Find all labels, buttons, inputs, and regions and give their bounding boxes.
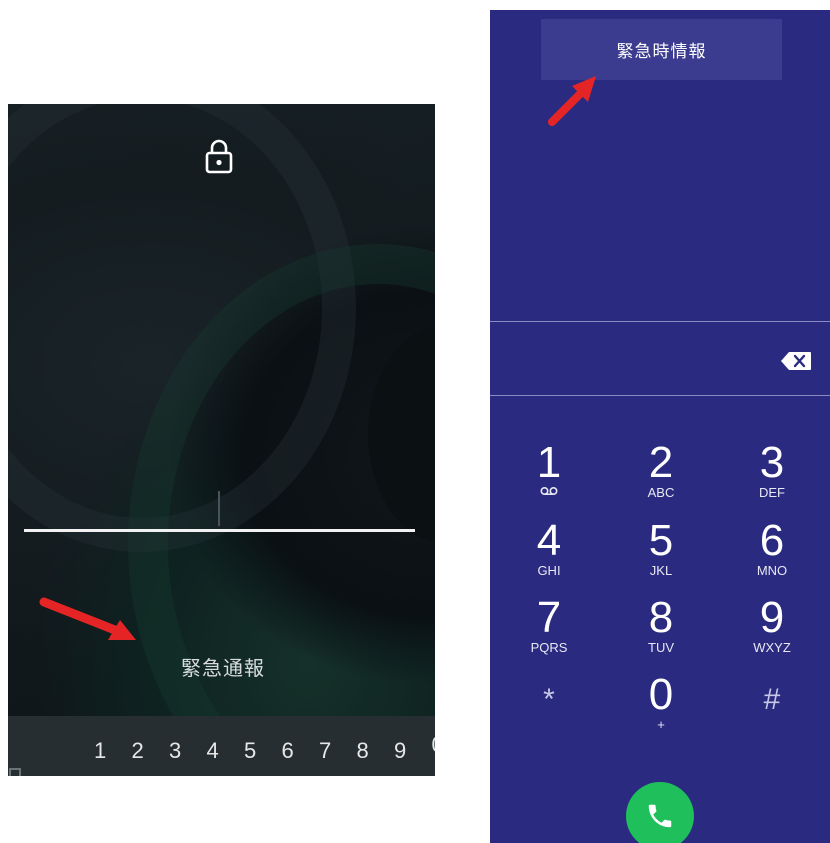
backspace-icon[interactable] [780,351,812,371]
crop-corner-mark [9,768,21,776]
dial-key-letters: MNO [756,563,788,578]
dial-key-4[interactable]: 4 GHI [509,518,589,590]
dial-key-0[interactable]: 0 + [621,672,701,744]
wallpaper-shape [368,324,435,544]
number-keyboard-row: 1234567890 [8,716,435,776]
dial-key-digit: 7 [536,593,562,642]
dial-key-1[interactable]: 1 [509,440,589,512]
keyboard-key-5[interactable]: 5 [244,738,282,764]
dial-key-digit: 3 [759,438,785,487]
dialer-bottom-divider [490,395,830,396]
dial-key-digit: 2 [648,438,674,487]
dial-key-9[interactable]: 9 WXYZ [732,595,812,667]
keyboard-key-7[interactable]: 7 [319,738,357,764]
number-keys: 1234567890 [94,732,435,764]
keyboard-key-2[interactable]: 2 [132,738,170,764]
dial-key-6[interactable]: 6 MNO [732,518,812,590]
dial-key-letters: TUV [648,640,674,655]
lock-screen: 緊急通報 1234567890 [8,104,435,776]
keyboard-key-1[interactable]: 1 [94,738,132,764]
dial-key-digit: 0 [648,670,674,719]
keyboard-key-9[interactable]: 9 [394,738,432,764]
dial-key-digit: 6 [759,516,785,565]
keyboard-key-0[interactable]: 0 [432,732,436,758]
dial-key-letters: ABC [647,485,675,500]
pin-cursor [218,491,220,526]
keyboard-key-8[interactable]: 8 [357,738,395,764]
wallpaper-shape [8,104,356,552]
dial-key-7[interactable]: 7 PQRS [509,595,589,667]
dial-key-symbol: # [763,683,781,716]
dialer-top-divider [490,321,830,322]
dial-key-digit: 9 [759,593,785,642]
dial-key-symbol: * [543,683,555,716]
dial-key-digit: 1 [536,438,562,487]
dial-key-letters: WXYZ [753,640,791,655]
keyboard-key-4[interactable]: 4 [207,738,245,764]
keyboard-key-6[interactable]: 6 [282,738,320,764]
emergency-call-button[interactable]: 緊急通報 [158,652,288,681]
dial-key-3[interactable]: 3 DEF [732,440,812,512]
dial-key-5[interactable]: 5 JKL [621,518,701,590]
dial-key-8[interactable]: 8 TUV [621,595,701,667]
dial-key-letters: DEF [759,485,785,500]
lock-icon [205,139,233,174]
dial-key-2[interactable]: 2 ABC [621,440,701,512]
emergency-dialer: 緊急時情報 1 2 ABC 3 DEF 4 GHI 5 JKL 6 MNO 7 … [490,10,830,843]
dial-key-letters: JKL [649,563,673,578]
voicemail-icon [540,486,558,496]
dial-key-digit: 8 [648,593,674,642]
emergency-info-button[interactable]: 緊急時情報 [541,19,782,80]
dial-key-digit: 4 [536,516,562,565]
pin-input-underline[interactable] [24,529,415,532]
keyboard-key-3[interactable]: 3 [169,738,207,764]
dial-key-letters: GHI [537,563,561,578]
dial-key-letters: PQRS [530,640,568,655]
dial-key-digit: 5 [648,516,674,565]
dial-key-star[interactable]: * [509,678,589,750]
call-button[interactable] [626,782,694,843]
dial-key-hash[interactable]: # [732,678,812,750]
keyboard-next-row [84,770,435,776]
phone-icon [648,804,672,828]
wallpaper-shape [128,244,435,776]
dial-key-letters: + [657,717,665,732]
